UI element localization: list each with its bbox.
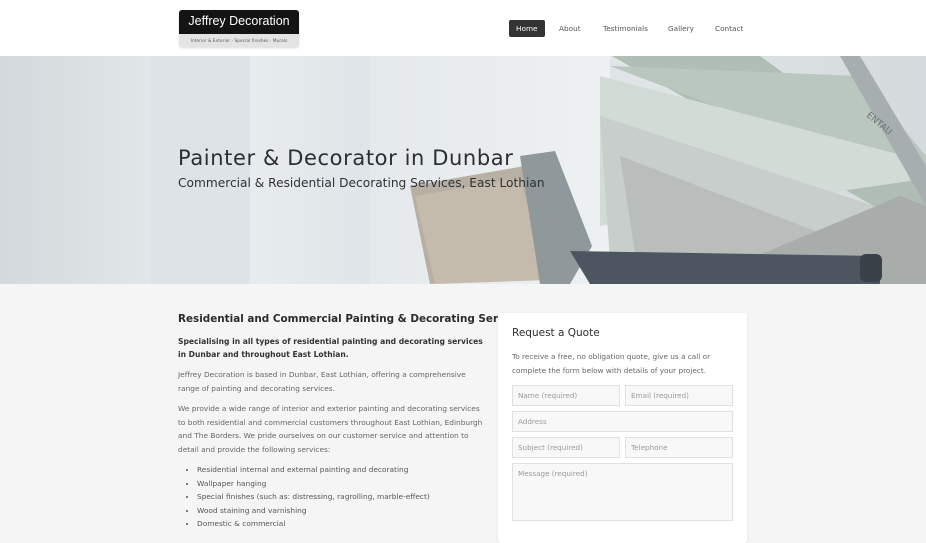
- list-item: Special finishes (such as: distressing, …: [197, 490, 483, 504]
- quote-form-card: Request a Quote To receive a free, no ob…: [498, 313, 747, 543]
- hero-title: Painter & Decorator in Dunbar: [178, 146, 514, 170]
- message-field[interactable]: [512, 463, 733, 521]
- lead-paragraph: Specialising in all types of residential…: [178, 337, 483, 359]
- site-header: Jeffrey Decoration Interior & Exterior ·…: [0, 0, 926, 56]
- hero-subtitle: Commercial & Residential Decorating Serv…: [178, 176, 545, 190]
- site-logo[interactable]: Jeffrey Decoration Interior & Exterior ·…: [179, 10, 299, 47]
- logo-name: Jeffrey Decoration: [179, 10, 299, 34]
- intro-paragraph: Jeffrey Decoration is based in Dunbar, E…: [178, 370, 466, 393]
- email-field[interactable]: [625, 385, 733, 406]
- hero-banner: ENTAU Painter & Decorator in Dunbar Comm…: [0, 56, 926, 284]
- section-heading: Residential and Commercial Painting & De…: [178, 313, 528, 325]
- nav-about[interactable]: About: [559, 20, 581, 37]
- nav-contact[interactable]: Contact: [715, 20, 743, 37]
- services-paragraph: We provide a wide range of interior and …: [178, 404, 483, 454]
- name-field[interactable]: [512, 385, 620, 406]
- nav-home[interactable]: Home: [509, 20, 545, 37]
- quote-description: To receive a free, no obligation quote, …: [512, 352, 711, 375]
- address-field[interactable]: [512, 411, 733, 432]
- list-item: Wood staining and varnishing: [197, 504, 483, 518]
- logo-tagline: Interior & Exterior · Special finishes ·…: [179, 34, 299, 47]
- subject-field[interactable]: [512, 437, 620, 458]
- nav-gallery[interactable]: Gallery: [668, 20, 694, 37]
- services-list: Residential internal and external painti…: [178, 463, 483, 531]
- paint-swatch-illustration: ENTAU: [410, 56, 926, 284]
- quote-title: Request a Quote: [512, 327, 600, 339]
- telephone-field[interactable]: [625, 437, 733, 458]
- list-item: Domestic & commercial: [197, 517, 483, 531]
- list-item: Residential internal and external painti…: [197, 463, 483, 477]
- services-section: Residential and Commercial Painting & De…: [178, 312, 528, 531]
- nav-testimonials[interactable]: Testimonials: [603, 20, 648, 37]
- list-item: Wallpaper hanging: [197, 477, 483, 491]
